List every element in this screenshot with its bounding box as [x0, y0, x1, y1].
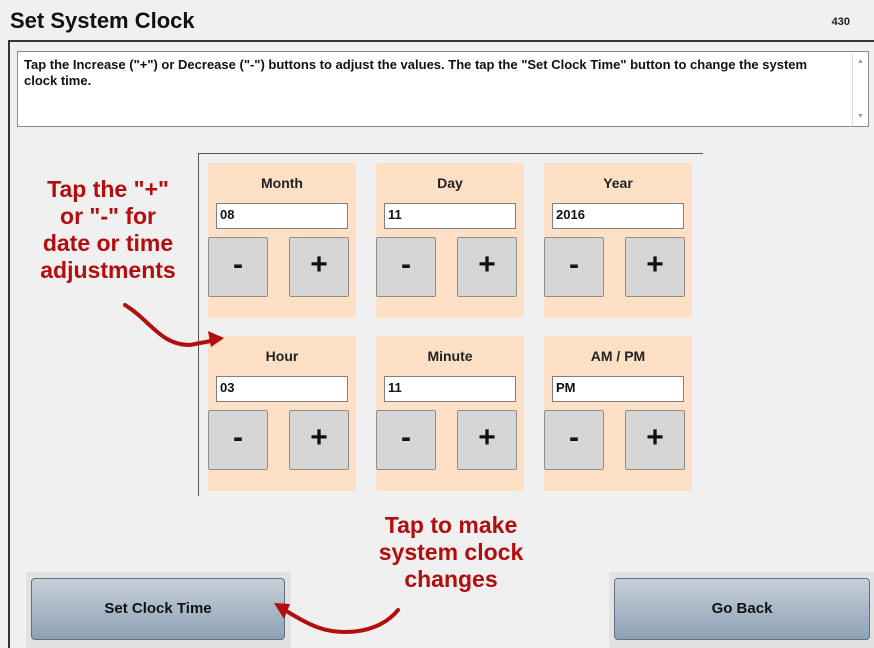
go-back-button[interactable]: Go Back: [614, 578, 870, 640]
hour-value-field[interactable]: 03: [216, 376, 348, 402]
ampm-value-field[interactable]: PM: [552, 376, 684, 402]
scroll-down-arrow-icon[interactable]: ▼: [853, 109, 868, 124]
month-label: Month: [261, 175, 303, 191]
day-increase-button[interactable]: +: [457, 237, 517, 297]
adjust-annotation-line-4: adjustments: [40, 257, 176, 283]
set-annotation-line-1: Tap to make: [384, 512, 518, 538]
scroll-up-arrow-icon[interactable]: ▲: [853, 54, 868, 69]
set-annotation-line-2: system clock: [378, 539, 524, 565]
minute-increase-button[interactable]: +: [457, 410, 517, 470]
month-increase-button[interactable]: +: [289, 237, 349, 297]
instructions-text: Tap the Increase ("+") or Decrease ("-")…: [24, 57, 808, 88]
set-clock-arrow-icon: [274, 603, 400, 635]
panel-top-border: [198, 153, 703, 154]
ampm-increase-button[interactable]: +: [625, 410, 685, 470]
hour-control: Hour 03 - +: [208, 336, 356, 491]
minute-label: Minute: [427, 348, 473, 364]
ampm-decrease-button[interactable]: -: [544, 410, 604, 470]
adjust-annotation: Tap the "+" or "-" for date or time adju…: [18, 176, 198, 284]
year-value-field[interactable]: 2016: [552, 203, 684, 229]
left-border: [8, 40, 10, 648]
set-annotation-line-3: changes: [404, 566, 498, 592]
year-increase-button[interactable]: +: [625, 237, 685, 297]
adjust-arrow-icon: [123, 303, 224, 348]
year-decrease-button[interactable]: -: [544, 237, 604, 297]
set-clock-annotation: Tap to make system clock changes: [346, 512, 556, 593]
minute-decrease-button[interactable]: -: [376, 410, 436, 470]
year-label: Year: [603, 175, 633, 191]
day-decrease-button[interactable]: -: [376, 237, 436, 297]
ampm-control: AM / PM PM - +: [544, 336, 692, 491]
instructions-textbox[interactable]: Tap the Increase ("+") or Decrease ("-")…: [17, 51, 869, 127]
screen-number: 430: [831, 16, 850, 28]
ampm-label: AM / PM: [590, 348, 646, 364]
month-value-field[interactable]: 08: [216, 203, 348, 229]
set-system-clock-screen: Set System Clock 430 Tap the Increase ("…: [0, 0, 874, 648]
title-divider: [8, 40, 874, 42]
month-control: Month 08 - +: [208, 163, 356, 318]
adjust-annotation-line-2: or "-" for: [60, 203, 156, 229]
day-control: Day 11 - +: [376, 163, 524, 318]
adjust-annotation-line-1: Tap the "+": [47, 176, 169, 202]
year-control: Year 2016 - +: [544, 163, 692, 318]
day-label: Day: [437, 175, 463, 191]
instructions-scrollbar[interactable]: ▲ ▼: [852, 52, 868, 126]
hour-increase-button[interactable]: +: [289, 410, 349, 470]
minute-value-field[interactable]: 11: [384, 376, 516, 402]
month-decrease-button[interactable]: -: [208, 237, 268, 297]
hour-label: Hour: [265, 348, 299, 364]
page-title: Set System Clock: [10, 8, 195, 33]
minute-control: Minute 11 - +: [376, 336, 524, 491]
set-clock-time-button[interactable]: Set Clock Time: [31, 578, 285, 640]
adjust-annotation-line-3: date or time: [42, 230, 174, 256]
hour-decrease-button[interactable]: -: [208, 410, 268, 470]
day-value-field[interactable]: 11: [384, 203, 516, 229]
